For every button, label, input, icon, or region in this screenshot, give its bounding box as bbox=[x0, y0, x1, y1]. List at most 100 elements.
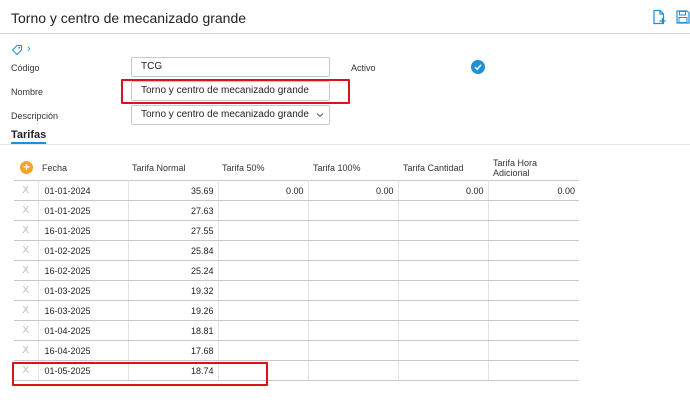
cell-fecha[interactable]: 01-03-2025 bbox=[38, 280, 129, 301]
cell-tarifa-100[interactable] bbox=[308, 240, 399, 261]
cell-tarifa-50[interactable] bbox=[218, 320, 309, 341]
cell-tarifa-50[interactable] bbox=[218, 340, 309, 361]
cell-tarifa-cantidad[interactable] bbox=[398, 260, 489, 281]
cell-tarifa-100[interactable]: 0.00 bbox=[308, 180, 399, 201]
column-header-line-2: Adicional bbox=[493, 168, 530, 178]
delete-row-icon[interactable]: X bbox=[14, 260, 39, 281]
delete-row-icon[interactable]: X bbox=[14, 200, 39, 221]
delete-row-icon[interactable]: X bbox=[14, 300, 39, 321]
cell-fecha[interactable]: 01-02-2025 bbox=[38, 240, 129, 261]
cell-fecha[interactable]: 16-04-2025 bbox=[38, 340, 129, 361]
activo-checkbox[interactable] bbox=[471, 60, 485, 74]
cell-tarifa-hora-adicional[interactable] bbox=[488, 220, 579, 241]
delete-row-icon[interactable]: X bbox=[14, 320, 39, 341]
cell-fecha[interactable]: 01-01-2024 bbox=[38, 180, 129, 201]
cell-tarifa-100[interactable] bbox=[308, 260, 399, 281]
tabs-divider bbox=[0, 144, 690, 145]
new-document-icon[interactable] bbox=[651, 9, 667, 25]
column-header-tarifa-cantidad: Tarifa Cantidad bbox=[403, 163, 464, 173]
table-row[interactable]: X 16-02-2025 25.24 bbox=[14, 260, 579, 281]
tab-active-indicator bbox=[11, 142, 46, 144]
delete-row-icon[interactable]: X bbox=[14, 280, 39, 301]
table-row[interactable]: X 01-01-2025 27.63 bbox=[14, 200, 579, 221]
last-row-highlight-box bbox=[12, 362, 268, 386]
cell-fecha[interactable]: 16-01-2025 bbox=[38, 220, 129, 241]
cell-tarifa-50[interactable] bbox=[218, 240, 309, 261]
cell-tarifa-100[interactable] bbox=[308, 220, 399, 241]
table-row[interactable]: X 16-01-2025 27.55 bbox=[14, 220, 579, 241]
delete-row-icon[interactable]: X bbox=[14, 180, 39, 201]
chevron-right-icon[interactable]: › bbox=[27, 43, 31, 55]
chevron-down-icon[interactable] bbox=[316, 111, 324, 119]
page-header: Torno y centro de mecanizado grande bbox=[0, 0, 690, 34]
table-row[interactable]: X 16-04-2025 17.68 bbox=[14, 340, 579, 361]
table-row[interactable]: X 01-02-2025 25.84 bbox=[14, 240, 579, 261]
descripcion-label: Descripción bbox=[11, 111, 59, 121]
cell-tarifa-normal[interactable]: 18.81 bbox=[128, 320, 219, 341]
nombre-highlight-box bbox=[121, 79, 350, 104]
cell-tarifa-hora-adicional[interactable] bbox=[488, 340, 579, 361]
cell-tarifa-hora-adicional[interactable]: 0.00 bbox=[488, 180, 579, 201]
delete-row-icon[interactable]: X bbox=[14, 220, 39, 241]
cell-tarifa-hora-adicional[interactable] bbox=[488, 360, 579, 381]
cell-tarifa-hora-adicional[interactable] bbox=[488, 240, 579, 261]
delete-row-icon[interactable]: X bbox=[14, 240, 39, 261]
column-header-tarifa-100: Tarifa 100% bbox=[313, 163, 361, 173]
save-icon[interactable] bbox=[675, 9, 690, 25]
codigo-input[interactable]: TCG bbox=[131, 57, 330, 77]
cell-fecha[interactable]: 16-03-2025 bbox=[38, 300, 129, 321]
table-row[interactable]: X 01-04-2025 18.81 bbox=[14, 320, 579, 341]
cell-tarifa-100[interactable] bbox=[308, 200, 399, 221]
add-row-button[interactable]: + bbox=[20, 161, 33, 174]
cell-tarifa-normal[interactable]: 35.69 bbox=[128, 180, 219, 201]
cell-tarifa-normal[interactable]: 19.32 bbox=[128, 280, 219, 301]
cell-tarifa-cantidad[interactable] bbox=[398, 200, 489, 221]
cell-tarifa-50[interactable] bbox=[218, 260, 309, 281]
table-row[interactable]: X 16-03-2025 19.26 bbox=[14, 300, 579, 321]
cell-tarifa-cantidad[interactable] bbox=[398, 300, 489, 321]
descripcion-select[interactable]: Torno y centro de mecanizado grande bbox=[131, 105, 330, 125]
cell-tarifa-cantidad[interactable] bbox=[398, 360, 489, 381]
cell-tarifa-hora-adicional[interactable] bbox=[488, 320, 579, 341]
table-row[interactable]: X 01-03-2025 19.32 bbox=[14, 280, 579, 301]
tag-icon[interactable] bbox=[11, 44, 23, 56]
cell-tarifa-50[interactable] bbox=[218, 280, 309, 301]
cell-tarifa-100[interactable] bbox=[308, 360, 399, 381]
cell-tarifa-100[interactable] bbox=[308, 300, 399, 321]
cell-tarifa-hora-adicional[interactable] bbox=[488, 200, 579, 221]
cell-tarifa-normal[interactable]: 27.55 bbox=[128, 220, 219, 241]
cell-tarifa-normal[interactable]: 27.63 bbox=[128, 200, 219, 221]
cell-tarifa-cantidad[interactable]: 0.00 bbox=[398, 180, 489, 201]
page-title: Torno y centro de mecanizado grande bbox=[11, 10, 247, 26]
cell-fecha[interactable]: 16-02-2025 bbox=[38, 260, 129, 281]
cell-tarifa-hora-adicional[interactable] bbox=[488, 280, 579, 301]
cell-tarifa-50[interactable] bbox=[218, 200, 309, 221]
cell-tarifa-100[interactable] bbox=[308, 280, 399, 301]
cell-tarifa-cantidad[interactable] bbox=[398, 320, 489, 341]
cell-tarifa-cantidad[interactable] bbox=[398, 280, 489, 301]
cell-tarifa-100[interactable] bbox=[308, 340, 399, 361]
column-header-line-1: Tarifa Hora bbox=[493, 158, 538, 168]
activo-label: Activo bbox=[351, 63, 376, 73]
nombre-label: Nombre bbox=[11, 87, 44, 97]
cell-fecha[interactable]: 01-01-2025 bbox=[38, 200, 129, 221]
cell-tarifa-hora-adicional[interactable] bbox=[488, 300, 579, 321]
cell-tarifa-cantidad[interactable] bbox=[398, 220, 489, 241]
cell-tarifa-100[interactable] bbox=[308, 320, 399, 341]
table-row[interactable]: X 01-01-2024 35.69 0.00 0.00 0.00 0.00 bbox=[14, 180, 579, 201]
cell-tarifa-50[interactable]: 0.00 bbox=[218, 180, 309, 201]
cell-tarifa-normal[interactable]: 17.68 bbox=[128, 340, 219, 361]
cell-tarifa-hora-adicional[interactable] bbox=[488, 260, 579, 281]
cell-tarifa-normal[interactable]: 25.24 bbox=[128, 260, 219, 281]
cell-tarifa-50[interactable] bbox=[218, 220, 309, 241]
cell-fecha[interactable]: 01-04-2025 bbox=[38, 320, 129, 341]
tab-tarifas[interactable]: Tarifas bbox=[11, 129, 46, 141]
descripcion-value: Torno y centro de mecanizado grande bbox=[141, 109, 309, 120]
cell-tarifa-cantidad[interactable] bbox=[398, 340, 489, 361]
cell-tarifa-normal[interactable]: 19.26 bbox=[128, 300, 219, 321]
cell-tarifa-normal[interactable]: 25.84 bbox=[128, 240, 219, 261]
column-header-tarifa-normal: Tarifa Normal bbox=[132, 163, 186, 173]
cell-tarifa-cantidad[interactable] bbox=[398, 240, 489, 261]
delete-row-icon[interactable]: X bbox=[14, 340, 39, 361]
cell-tarifa-50[interactable] bbox=[218, 300, 309, 321]
